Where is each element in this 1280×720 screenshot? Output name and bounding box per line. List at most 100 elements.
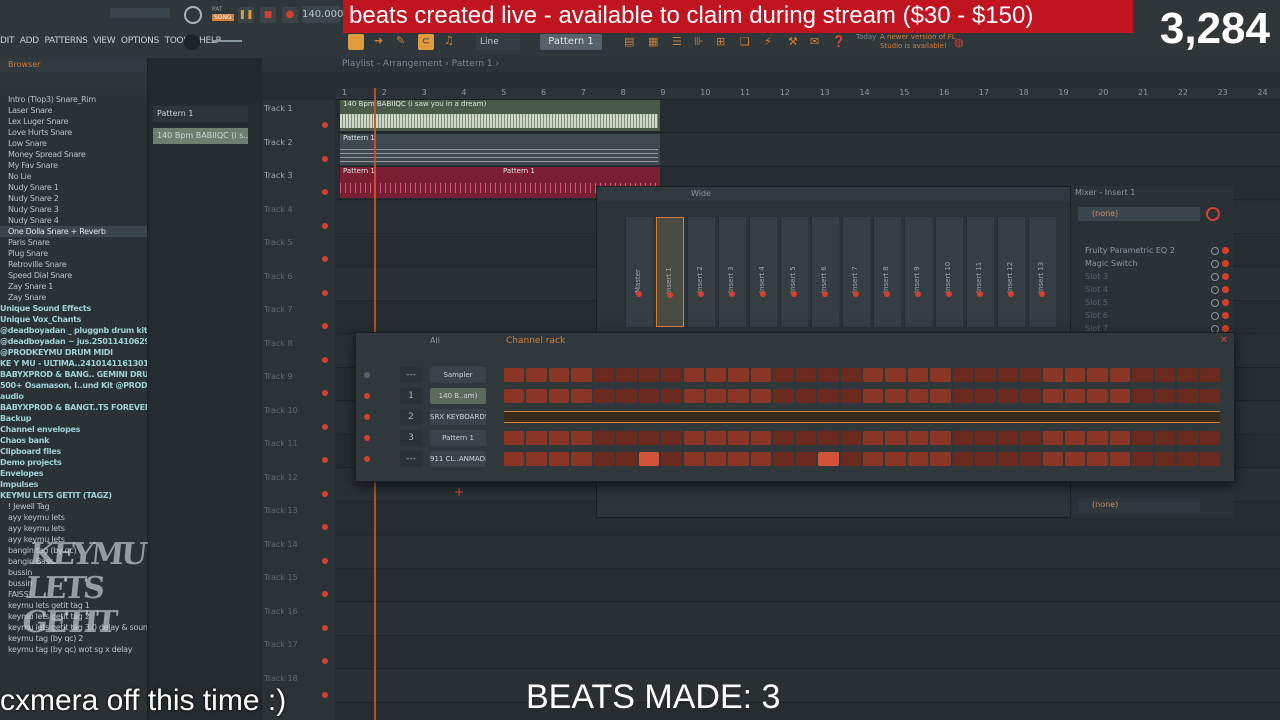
step-button[interactable] [952, 452, 974, 466]
step-button[interactable] [705, 452, 727, 466]
channel-mute-led[interactable] [364, 372, 370, 378]
step-button[interactable] [526, 431, 547, 445]
pattern-item-1[interactable]: Pattern 1 [153, 106, 248, 122]
step-button[interactable] [616, 452, 637, 466]
step-button[interactable] [593, 431, 615, 445]
step-button[interactable] [795, 431, 817, 445]
step-button[interactable] [638, 431, 660, 445]
step-button[interactable] [638, 452, 660, 466]
step-button[interactable] [1177, 389, 1198, 403]
step-button[interactable] [975, 452, 996, 466]
step-button[interactable] [705, 431, 727, 445]
step-button[interactable] [661, 452, 682, 466]
browser-item[interactable]: One Dolla Snare + Reverb [0, 226, 147, 237]
step-button[interactable] [661, 389, 682, 403]
mixer-strip[interactable]: Insert 3 [718, 217, 746, 327]
track-header[interactable]: Track 11 [264, 439, 334, 472]
step-button[interactable] [1042, 368, 1063, 382]
track-lane[interactable] [336, 669, 1280, 703]
mixer-fx-enable-button[interactable] [1222, 247, 1229, 254]
step-button[interactable] [840, 431, 861, 445]
channel-row[interactable]: 3 Pattern 1 [356, 430, 1236, 448]
browser-item[interactable]: BABYXPROD & BANGT..TS FOREVER DRUM KIT [0, 402, 147, 413]
channel-name-button[interactable]: SRX KEYBOARDS [430, 409, 486, 425]
step-button[interactable] [1109, 431, 1131, 445]
step-button[interactable] [1199, 368, 1220, 382]
step-button[interactable] [930, 368, 951, 382]
step-button[interactable] [750, 452, 772, 466]
step-button[interactable] [773, 368, 794, 382]
channel-mute-led[interactable] [364, 414, 370, 420]
add-channel-icon[interactable]: + [454, 485, 464, 499]
browser-item[interactable]: Envelopes [0, 468, 147, 479]
step-button[interactable] [997, 452, 1019, 466]
pencil-icon[interactable]: ✎ [396, 34, 405, 47]
playlist-icon[interactable] [348, 34, 364, 50]
close-icon[interactable]: ✕ [1220, 335, 1228, 346]
step-button[interactable] [661, 431, 682, 445]
step-button[interactable] [504, 452, 525, 466]
step-button[interactable] [795, 368, 817, 382]
step-button[interactable] [1154, 452, 1176, 466]
step-button[interactable] [1087, 368, 1108, 382]
channel-row[interactable]: --- Sampler [356, 367, 1236, 385]
track-lane[interactable] [336, 602, 1280, 636]
mixer-fx-enable-button[interactable] [1222, 325, 1229, 332]
mixer-strip[interactable]: Insert 13 [1028, 217, 1056, 327]
track-mute-button[interactable] [322, 691, 328, 698]
step-button[interactable] [728, 389, 749, 403]
step-button[interactable] [1199, 389, 1220, 403]
track-mute-button[interactable] [322, 155, 328, 162]
track-mute-button[interactable] [322, 323, 328, 329]
step-button[interactable] [795, 389, 817, 403]
mixer-input-select[interactable]: (none) [1078, 207, 1200, 221]
browser-item[interactable]: Intro (Tlop3) Snare_Rim [0, 94, 147, 105]
plugin-icon[interactable]: ❑ [740, 35, 750, 48]
browser-item[interactable]: Low Snare [0, 138, 147, 149]
step-button[interactable] [952, 368, 974, 382]
channel-mixer-track[interactable]: 2 [400, 409, 422, 425]
step-button[interactable] [548, 389, 570, 403]
step-button[interactable] [661, 368, 682, 382]
step-button[interactable] [930, 431, 951, 445]
step-button[interactable] [1199, 431, 1220, 445]
step-button[interactable] [818, 389, 839, 403]
mixer-fx-enable-button[interactable] [1222, 286, 1229, 293]
step-button[interactable] [930, 389, 951, 403]
record-icon[interactable]: ● [282, 7, 298, 23]
track-header[interactable]: Track 1 [264, 104, 334, 137]
browser-item[interactable]: Nudy Snare 3 [0, 204, 147, 215]
browser-item[interactable]: ! Jewell Tag [0, 501, 147, 512]
track-mute-button[interactable] [322, 490, 328, 497]
track-header[interactable]: Track 8 [264, 339, 334, 372]
step-button[interactable] [526, 368, 547, 382]
track-header[interactable]: Track 7 [264, 305, 334, 338]
step-button[interactable] [997, 389, 1019, 403]
step-button[interactable] [907, 431, 929, 445]
step-button[interactable] [818, 452, 839, 466]
mixer-strip-route[interactable] [698, 291, 704, 297]
step-button[interactable] [571, 368, 592, 382]
track-header[interactable]: Track 4 [264, 205, 334, 238]
mixer-fx-enable-button[interactable] [1222, 260, 1229, 267]
track-header[interactable]: Track 2 [264, 138, 334, 171]
channel-row[interactable]: --- 911 CL..ANMADE [356, 451, 1236, 469]
step-button[interactable] [504, 431, 525, 445]
track-mute-button[interactable] [322, 423, 328, 430]
browser-item[interactable]: Chaos bank [0, 435, 147, 446]
track-mute-button[interactable] [322, 524, 328, 530]
channel-mixer-track[interactable]: --- [400, 451, 422, 467]
browser-item[interactable]: Zay Snare [0, 292, 147, 303]
step-button[interactable] [1177, 368, 1198, 382]
step-button[interactable] [773, 431, 794, 445]
browser-item[interactable]: Nudy Snare 2 [0, 193, 147, 204]
pitch-slider[interactable] [212, 40, 242, 42]
step-button[interactable] [1177, 452, 1198, 466]
step-button[interactable] [526, 452, 547, 466]
track-header[interactable]: Track 10 [264, 406, 334, 439]
pattern-clip-track2[interactable]: Pattern 1 [340, 134, 660, 165]
plug-icon[interactable]: ⚡ [764, 35, 772, 48]
mixer-fx-enable-button[interactable] [1222, 312, 1229, 319]
step-button[interactable] [728, 368, 749, 382]
step-button[interactable] [1132, 431, 1153, 445]
